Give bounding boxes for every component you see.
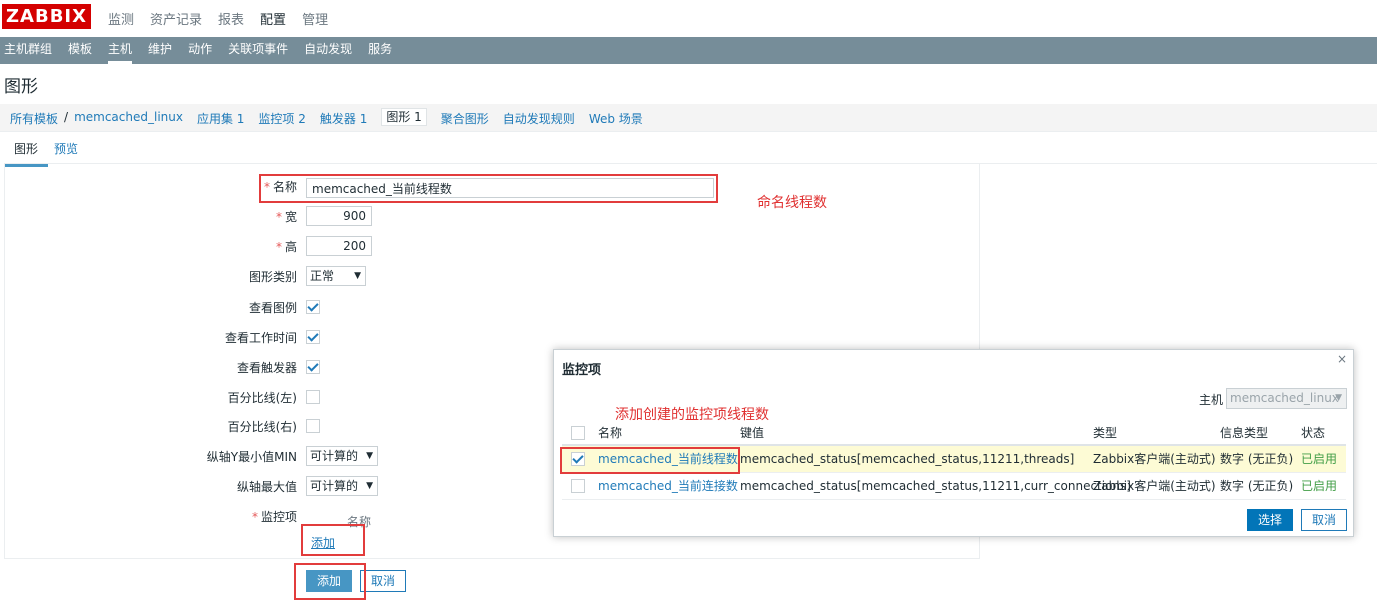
cancel-button[interactable]: 取消 <box>360 570 406 592</box>
show-work-period-checkbox[interactable] <box>306 330 320 344</box>
width-label: * 宽 <box>275 210 297 224</box>
chevron-down-icon: ▼ <box>366 481 373 491</box>
top-menu-inventory[interactable]: 资产记录 <box>150 9 202 28</box>
percentile-left-label: 百分比线(左) <box>227 391 297 405</box>
select-all-checkbox[interactable] <box>571 426 585 440</box>
items-label: * 监控项 <box>251 510 297 524</box>
percentile-right-checkbox[interactable] <box>306 419 320 433</box>
popup-title: 监控项 <box>562 363 602 378</box>
item-type: Zabbix客户端(主动式) <box>1093 452 1216 466</box>
ymax-label: 纵轴最大值 <box>236 480 297 494</box>
page-title: 图形 <box>4 77 38 97</box>
crumb-triggers[interactable]: 触发器 1 <box>320 110 367 127</box>
crumb-graphs[interactable]: 图形 1 <box>381 108 427 126</box>
graph-type-label: 图形类别 <box>248 270 297 284</box>
top-menu-configuration[interactable]: 配置 <box>260 9 286 28</box>
subnav-host-groups[interactable]: 主机群组 <box>4 37 60 64</box>
subnav-templates[interactable]: 模板 <box>60 37 100 64</box>
annotation-box-selected-item <box>560 447 740 474</box>
col-info-type: 信息类型 <box>1220 426 1269 440</box>
annotation-box-name <box>259 174 718 203</box>
show-triggers-checkbox[interactable] <box>306 360 320 374</box>
show-legend-label: 查看图例 <box>248 301 297 315</box>
host-label: 主机 <box>1199 393 1224 407</box>
host-select: memcached_linux ▼ <box>1226 388 1347 409</box>
annotation-name-text: 命名线程数 <box>757 195 827 211</box>
crumb-applications[interactable]: 应用集 1 <box>197 110 244 127</box>
name-label: * 名称 <box>263 180 297 194</box>
row-checkbox[interactable] <box>571 479 585 493</box>
chevron-down-icon: ▼ <box>1335 393 1342 403</box>
item-info-type: 数字 (无正负) <box>1220 479 1294 493</box>
close-icon[interactable]: × <box>1337 352 1347 366</box>
crumb-web-scenarios[interactable]: Web 场景 <box>589 110 643 127</box>
width-input[interactable] <box>306 206 372 226</box>
zabbix-logo[interactable]: ZABBIX <box>2 4 91 29</box>
item-name-link[interactable]: memcached_当前连接数 <box>598 473 738 499</box>
height-input[interactable] <box>306 236 372 256</box>
item-status: 已启用 <box>1301 452 1338 466</box>
subnav-services[interactable]: 服务 <box>360 37 400 64</box>
top-bar: ZABBIX 监测 资产记录 报表 配置 管理 <box>0 0 1377 37</box>
chevron-down-icon: ▼ <box>354 271 361 281</box>
crumb-screens[interactable]: 聚合图形 <box>441 110 489 127</box>
col-type: 类型 <box>1093 426 1118 440</box>
item-status: 已启用 <box>1301 479 1338 493</box>
item-info-type: 数字 (无正负) <box>1220 452 1294 466</box>
crumb-discovery-rules[interactable]: 自动发现规则 <box>503 110 575 127</box>
ymax-select[interactable]: 可计算的 ▼ <box>306 476 378 496</box>
annotation-box-add-button <box>294 563 366 600</box>
subnav-actions[interactable]: 动作 <box>180 37 220 64</box>
ymin-label: 纵轴Y最小值MIN <box>206 450 297 464</box>
item-type: Zabbix客户端(主动式) <box>1093 479 1216 493</box>
subnav-correlation[interactable]: 关联项事件 <box>220 37 296 64</box>
subnav-maintenance[interactable]: 维护 <box>140 37 180 64</box>
top-menu-administration[interactable]: 管理 <box>302 9 328 28</box>
popup-cancel-button[interactable]: 取消 <box>1301 509 1347 531</box>
show-legend-checkbox[interactable] <box>306 300 320 314</box>
show-work-period-label: 查看工作时间 <box>224 331 297 345</box>
crumb-all-templates[interactable]: 所有模板 <box>10 110 58 127</box>
annotation-box-add-link <box>301 524 365 556</box>
percentile-right-label: 百分比线(右) <box>227 420 297 434</box>
crumb-items[interactable]: 监控项 2 <box>258 110 305 127</box>
top-menu-monitoring[interactable]: 监测 <box>108 9 134 28</box>
annotation-items-text: 添加创建的监控项线程数 <box>615 407 769 423</box>
height-label: * 高 <box>275 240 297 254</box>
chevron-down-icon: ▼ <box>366 451 373 461</box>
top-menu: 监测 资产记录 报表 配置 管理 <box>108 9 328 28</box>
sub-nav: 主机群组 模板 主机 维护 动作 关联项事件 自动发现 服务 <box>0 37 1377 64</box>
subnav-discovery[interactable]: 自动发现 <box>296 37 360 64</box>
crumb-separator: / <box>64 110 69 124</box>
percentile-left-checkbox[interactable] <box>306 390 320 404</box>
item-key: memcached_status[memcached_status,11211,… <box>740 479 1131 493</box>
items-popup: 监控项 × 主机 memcached_linux ▼ 名称 键值 类型 信息类型 … <box>553 349 1354 537</box>
col-status: 状态 <box>1301 426 1326 440</box>
crumb-template[interactable]: memcached_linux <box>74 110 183 127</box>
subnav-hosts[interactable]: 主机 <box>100 37 140 64</box>
show-triggers-label: 查看触发器 <box>236 361 297 375</box>
top-menu-reports[interactable]: 报表 <box>218 9 244 28</box>
ymin-select[interactable]: 可计算的 ▼ <box>306 446 378 466</box>
table-row[interactable]: memcached_当前连接数 memcached_status[memcach… <box>562 473 1346 500</box>
breadcrumb: 所有模板 / memcached_linux 应用集 1 监控项 2 触发器 1… <box>0 104 1377 132</box>
select-button[interactable]: 选择 <box>1247 509 1293 531</box>
item-key: memcached_status[memcached_status,11211,… <box>740 452 1075 466</box>
graph-type-select[interactable]: 正常 ▼ <box>306 266 366 286</box>
